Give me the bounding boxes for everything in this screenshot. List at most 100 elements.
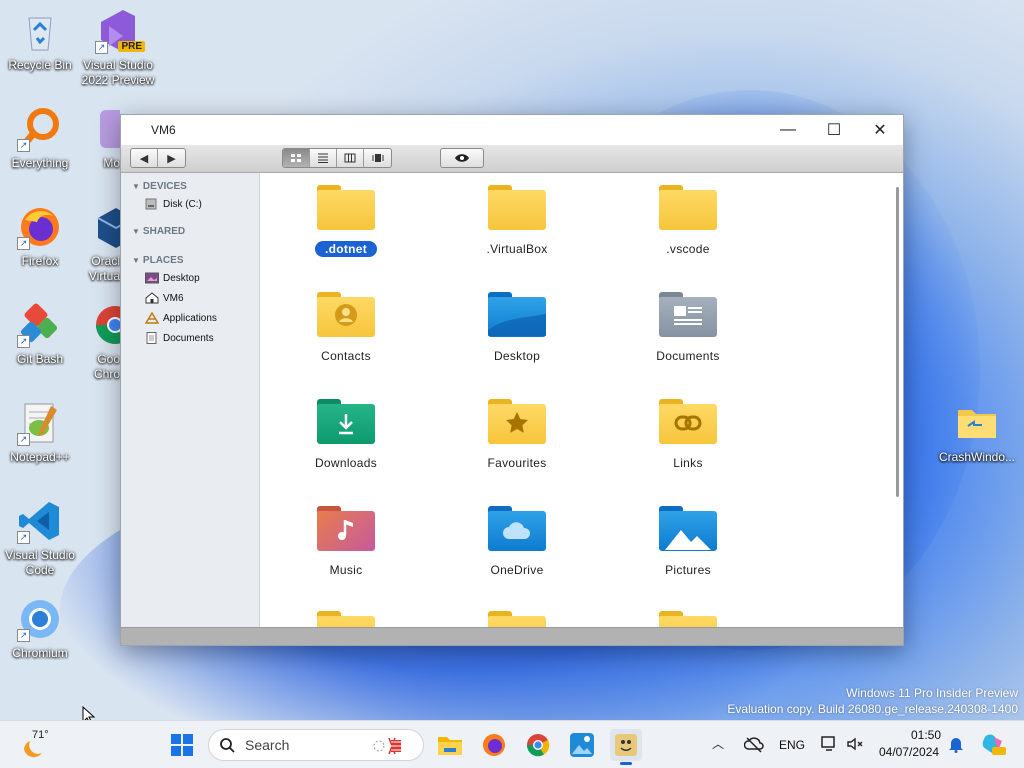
back-button[interactable]: ◀ [131,149,158,167]
sidebar-item-label: VM6 [163,292,184,304]
sidebar-item-disk-c[interactable]: Disk (C:) [121,194,259,214]
sidebar-item-vm6[interactable]: VM6 [121,288,259,308]
desktop-icon-mo[interactable]: Mo [78,106,120,171]
start-button[interactable] [166,729,198,761]
sidebar-header-devices[interactable]: ▼ DEVICES [121,177,259,194]
icon-view-button[interactable] [283,149,310,167]
desktop-icon-label: Visual Studio 2022 Preview [81,58,155,87]
sidebar-item-label: Applications [163,312,217,324]
file-item-links[interactable]: Links [618,397,758,472]
desktop-icon-oracle-virtualbox[interactable]: Oracl Virtua [78,204,120,284]
quick-look-group [440,148,484,168]
favourites-folder-icon [488,397,546,445]
coverflow-view-button[interactable] [364,149,391,167]
file-manager-window[interactable]: VM6 — ☐ ✕ ◀ ▶ ▼ DEVICES Disk (C:) ▼ SHAR… [120,114,904,646]
taskbar-file-manager[interactable] [610,729,642,765]
documents-folder-icon [659,290,717,338]
file-name: Pictures [665,563,711,577]
file-item-downloads[interactable]: Downloads [276,397,416,472]
contacts-folder-icon [317,290,375,338]
desktop-icon-recycle-bin[interactable]: Recycle Bin [0,8,80,73]
shortcut-arrow-icon: ↗ [17,139,30,152]
weather-widget[interactable]: 71° [18,729,78,761]
sidebar-item-label: Documents [163,332,214,344]
weather-temp: 71° [32,729,49,741]
notification-bell-icon[interactable] [948,735,964,753]
file-item-partial[interactable] [276,609,416,627]
chrome-icon [526,734,550,757]
window-titlebar[interactable]: VM6 — ☐ ✕ [121,115,903,145]
file-item-favourites[interactable]: Favourites [447,397,587,472]
desktop-icon-git-bash[interactable]: ↗ Git Bash [0,302,80,367]
taskbar-photos[interactable] [566,729,598,761]
file-item-documents[interactable]: Documents [618,290,758,365]
tray-overflow-chevron-icon[interactable]: ︿ [712,735,724,752]
file-item-partial[interactable] [447,609,587,627]
file-name: OneDrive [490,563,544,577]
cloud-icon [503,522,531,539]
close-button[interactable]: ✕ [857,115,903,145]
taskbar-file-explorer[interactable] [434,729,466,761]
network-icon[interactable] [820,735,838,753]
windows-logo-icon [171,734,193,756]
desktop-icon-firefox[interactable]: ↗ Firefox [0,204,80,269]
folder-icon [659,609,717,627]
list-view-button[interactable] [310,149,337,167]
file-item-partial[interactable] [618,609,758,627]
file-item-desktop[interactable]: Desktop [447,290,587,365]
onedrive-offline-icon[interactable] [744,735,764,755]
file-item-dotnet[interactable]: .dotnet [276,183,416,258]
desktop-icon-label: Goo Chro [93,352,120,381]
sidebar-item-applications[interactable]: Applications [121,308,259,328]
mountain-icon [665,530,711,550]
clock-time[interactable]: 01:50 [911,728,941,742]
language-indicator[interactable]: ENG [779,738,805,752]
desktop-icon-chromium[interactable]: ↗ Chromium [0,596,80,661]
sidebar-header-shared[interactable]: ▼ SHARED [121,222,259,239]
desktop-icon-everything[interactable]: ↗ Everything [0,106,80,171]
file-name: Favourites [487,456,547,470]
sidebar-header-label: DEVICES [142,181,187,192]
nav-buttons: ◀ ▶ [130,148,186,168]
desktop-icon-crashwindows[interactable]: CrashWindo... [934,400,1020,465]
visual-studio-icon: PRE ↗ [95,8,145,54]
quick-look-button[interactable] [441,149,483,167]
taskbar-chrome[interactable] [522,729,554,761]
desktop-icon-visual-studio-code[interactable]: ↗ Visual Studio Code [0,498,80,578]
vertical-scrollbar[interactable] [896,187,899,497]
volume-muted-icon[interactable] [846,735,864,753]
sidebar-header-places[interactable]: ▼ PLACES [121,251,259,268]
forward-button[interactable]: ▶ [158,149,185,167]
file-item-vscode[interactable]: .vscode [618,183,758,258]
watermark-line1: Windows 11 Pro Insider Preview [846,686,1018,700]
virtualbox-icon [92,204,120,250]
pictures-folder-icon [659,504,717,552]
desktop-icon-google-chrome[interactable]: Goo Chro [78,302,120,382]
sidebar-item-documents[interactable]: Documents [121,328,259,348]
shortcut-arrow-icon: ↗ [95,41,108,54]
folder-icon [488,609,546,627]
file-item-virtualbox[interactable]: .VirtualBox [447,183,587,258]
sidebar-item-desktop[interactable]: Desktop [121,268,259,288]
file-item-music[interactable]: Music [276,504,416,579]
column-view-button[interactable] [337,149,364,167]
desktop-icon-visual-studio-2022-preview[interactable]: PRE ↗ Visual Studio 2022 Preview [78,8,158,88]
maximize-button[interactable]: ☐ [811,115,857,145]
file-item-onedrive[interactable]: OneDrive [447,504,587,579]
watermark-line2: Evaluation copy. Build 26080.ge_release.… [727,702,1018,716]
status-bar [121,627,903,645]
file-grid: .dotnet .VirtualBox .vscode Contacts Des… [260,173,903,627]
copilot-pre-icon[interactable] [980,731,1006,757]
taskbar-firefox[interactable] [478,729,510,761]
file-item-pictures[interactable]: Pictures [618,504,758,579]
folder-icon [954,400,1000,446]
desktop-icon-notepadpp[interactable]: ↗ Notepad++ [0,400,80,465]
taskbar-search-input[interactable]: Search [208,729,424,761]
view-mode-buttons [282,148,392,168]
desktop-icon-label: Everything [11,156,69,170]
minimize-button[interactable]: — [765,115,811,145]
download-arrow-icon [339,414,353,435]
file-item-contacts[interactable]: Contacts [276,290,416,365]
home-icon [145,292,159,304]
clock-date[interactable]: 04/07/2024 [879,745,939,759]
